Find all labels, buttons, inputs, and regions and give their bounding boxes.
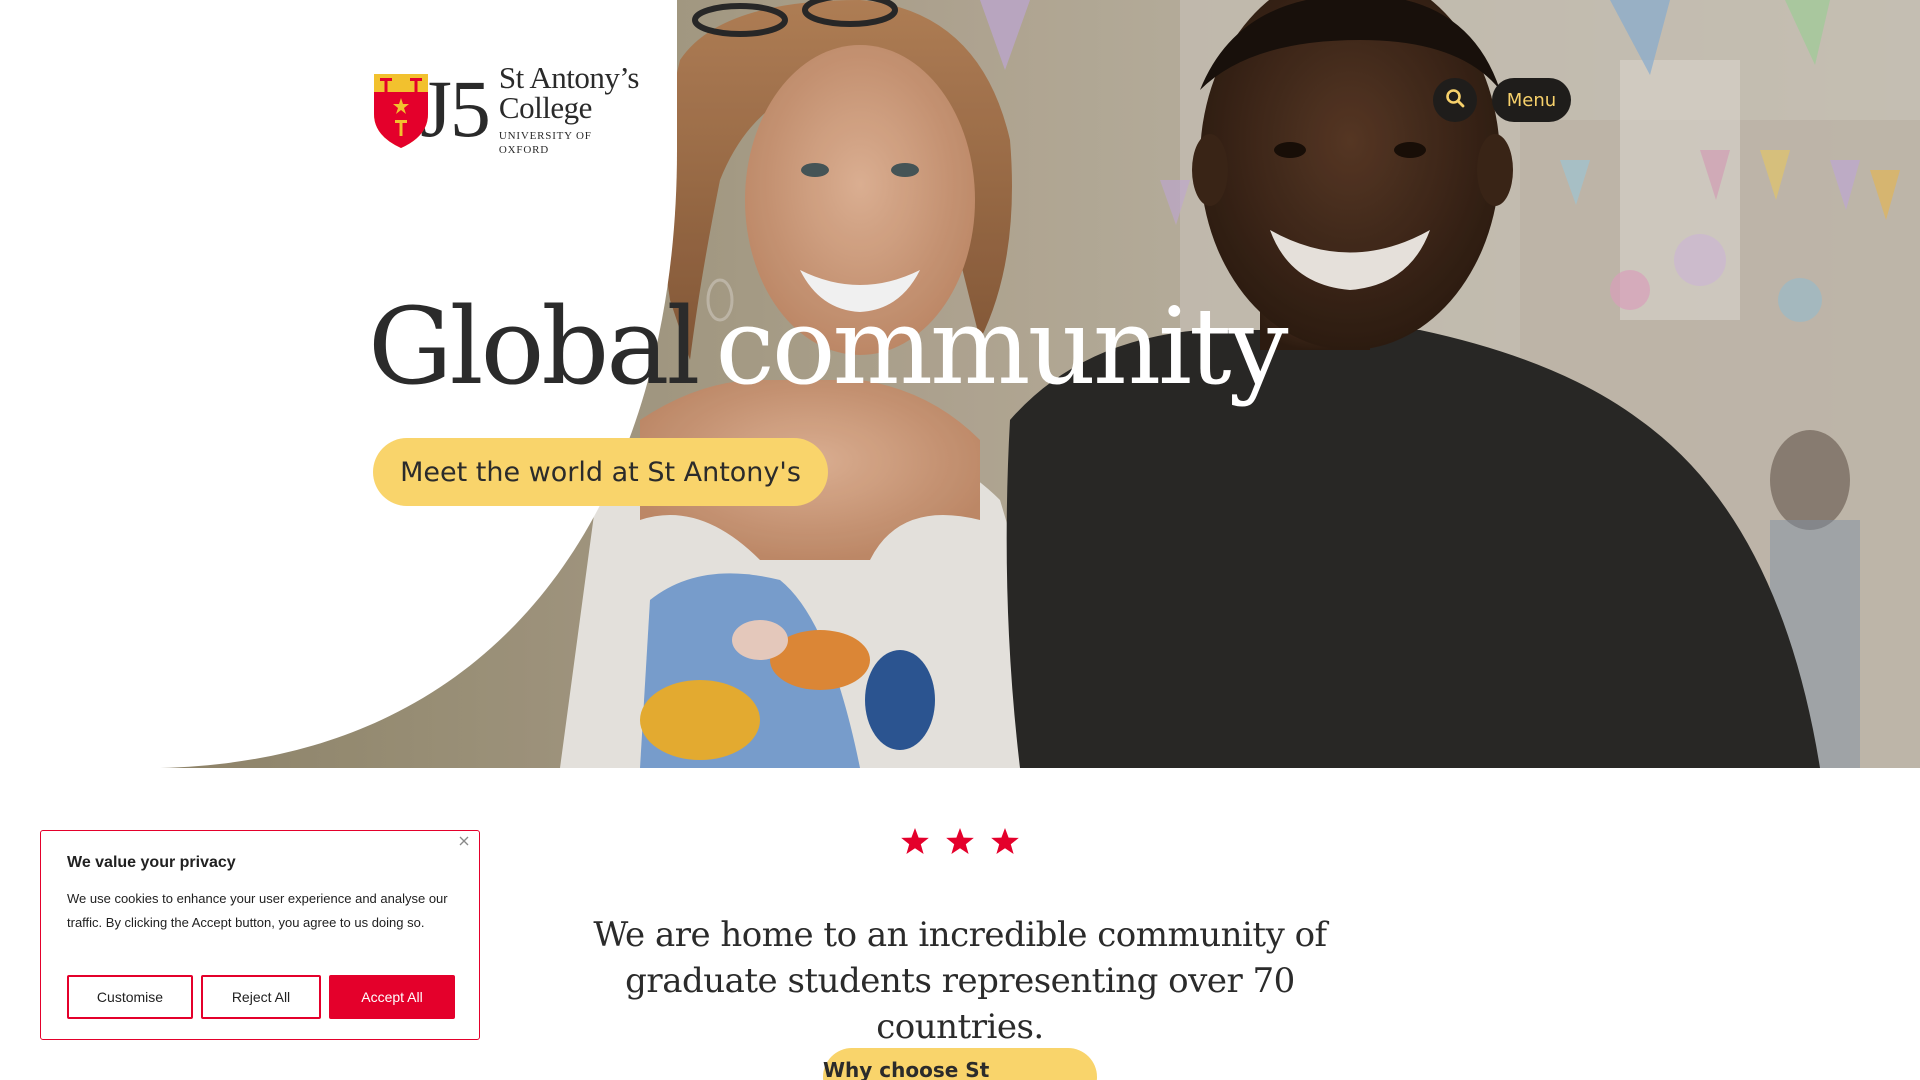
- why-choose-button[interactable]: Why choose St Antony’s?: [823, 1048, 1097, 1080]
- hero-title-word-1: Global: [368, 285, 700, 408]
- college-logo[interactable]: J5 St Antony’s College UNIVERSITY OF OXF…: [372, 62, 644, 156]
- logo-wordmark: St Antony’s College UNIVERSITY OF OXFORD: [498, 60, 644, 157]
- logo-line-1: St Antony’s: [498, 60, 640, 95]
- star-icon: [945, 827, 975, 857]
- hero-section: J5 St Antony’s College UNIVERSITY OF OXF…: [0, 0, 1920, 768]
- customise-button[interactable]: Customise: [67, 975, 193, 1019]
- logo-numeral: J5: [420, 63, 491, 154]
- star-icon: [900, 827, 930, 857]
- logo-line-3: UNIVERSITY OF OXFORD: [498, 130, 592, 156]
- search-icon: [1445, 88, 1465, 113]
- logo-line-2: College: [498, 90, 592, 125]
- cookie-banner: We value your privacy We use cookies to …: [40, 830, 480, 1040]
- accept-all-button[interactable]: Accept All: [329, 975, 455, 1019]
- reject-all-button[interactable]: Reject All: [201, 975, 321, 1019]
- page: J5 St Antony’s College UNIVERSITY OF OXF…: [0, 0, 1920, 1080]
- stars-decoration: [900, 822, 1020, 862]
- close-icon: [459, 833, 469, 851]
- cookie-text: We use cookies to enhance your user expe…: [67, 891, 448, 930]
- meet-the-world-button[interactable]: Meet the world at St Antony's: [373, 438, 828, 506]
- intro-text: We are home to an incredible community o…: [593, 915, 1327, 1047]
- star-icon: [990, 827, 1020, 857]
- college-crest-icon: [372, 70, 430, 150]
- search-button[interactable]: [1433, 78, 1477, 122]
- cookie-title: We value your privacy: [67, 854, 236, 871]
- cookie-close-button[interactable]: [455, 833, 473, 851]
- hero-title-word-2: community: [715, 285, 1288, 408]
- hero-title: Global community: [368, 282, 1289, 412]
- menu-button[interactable]: Menu: [1492, 78, 1571, 122]
- cookie-buttons: Customise Reject All Accept All: [67, 975, 455, 1019]
